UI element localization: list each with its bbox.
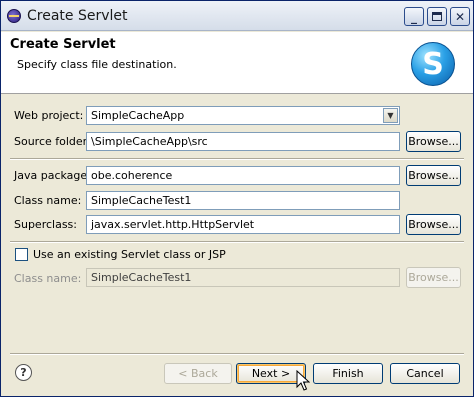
existing-class-name-label: Class name: [14, 272, 82, 285]
source-folder-label: Source folder: [14, 135, 91, 148]
finish-button[interactable]: Finish [313, 363, 383, 384]
superclass-label: Superclass: [14, 218, 77, 231]
create-servlet-dialog: Create Servlet _ ✕ Create Servlet Specif… [0, 0, 474, 397]
maximize-button[interactable] [427, 7, 447, 26]
maximize-icon [432, 12, 442, 21]
class-name-label: Class name: [14, 194, 82, 207]
web-project-value: SimpleCacheApp [91, 109, 185, 122]
source-folder-browse-button[interactable]: Browse... [406, 131, 461, 152]
help-icon[interactable]: ? [15, 364, 32, 381]
page-description: Specify class file destination. [17, 58, 177, 71]
existing-class-name-field: SimpleCacheTest1 [86, 268, 400, 287]
source-folder-field[interactable]: \SimpleCacheApp\src [86, 132, 400, 151]
close-icon: ✕ [454, 9, 466, 24]
eclipse-icon [7, 9, 21, 23]
window-title: Create Servlet [27, 8, 128, 24]
java-package-browse-button[interactable]: Browse... [406, 165, 461, 186]
minimize-button[interactable]: _ [404, 7, 424, 26]
footer-separator [10, 353, 464, 355]
close-button[interactable]: ✕ [450, 7, 470, 26]
minimize-icon: _ [411, 9, 417, 24]
title-bar[interactable]: Create Servlet _ ✕ [1, 1, 473, 31]
page-title: Create Servlet [10, 37, 116, 52]
servlet-logo-icon: S [411, 42, 455, 86]
class-name-field[interactable]: SimpleCacheTest1 [86, 191, 400, 210]
web-project-label: Web project: [14, 109, 84, 122]
chevron-down-icon[interactable]: ▼ [383, 108, 398, 123]
web-project-combo[interactable]: SimpleCacheApp ▼ [86, 106, 400, 125]
mouse-pointer-icon [296, 370, 310, 391]
use-existing-checkbox[interactable] [15, 248, 28, 261]
back-button: < Back [164, 363, 232, 384]
cancel-button[interactable]: Cancel [390, 363, 460, 384]
superclass-browse-button[interactable]: Browse... [406, 214, 461, 235]
separator [10, 241, 464, 243]
existing-class-browse-button: Browse... [406, 267, 461, 288]
use-existing-label[interactable]: Use an existing Servlet class or JSP [33, 248, 226, 261]
superclass-field[interactable]: javax.servlet.http.HttpServlet [86, 215, 400, 234]
separator [10, 158, 464, 160]
java-package-field[interactable]: obe.coherence [86, 166, 400, 185]
java-package-label: Java package: [14, 169, 91, 182]
wizard-header: Create Servlet Specify class file destin… [1, 32, 473, 94]
